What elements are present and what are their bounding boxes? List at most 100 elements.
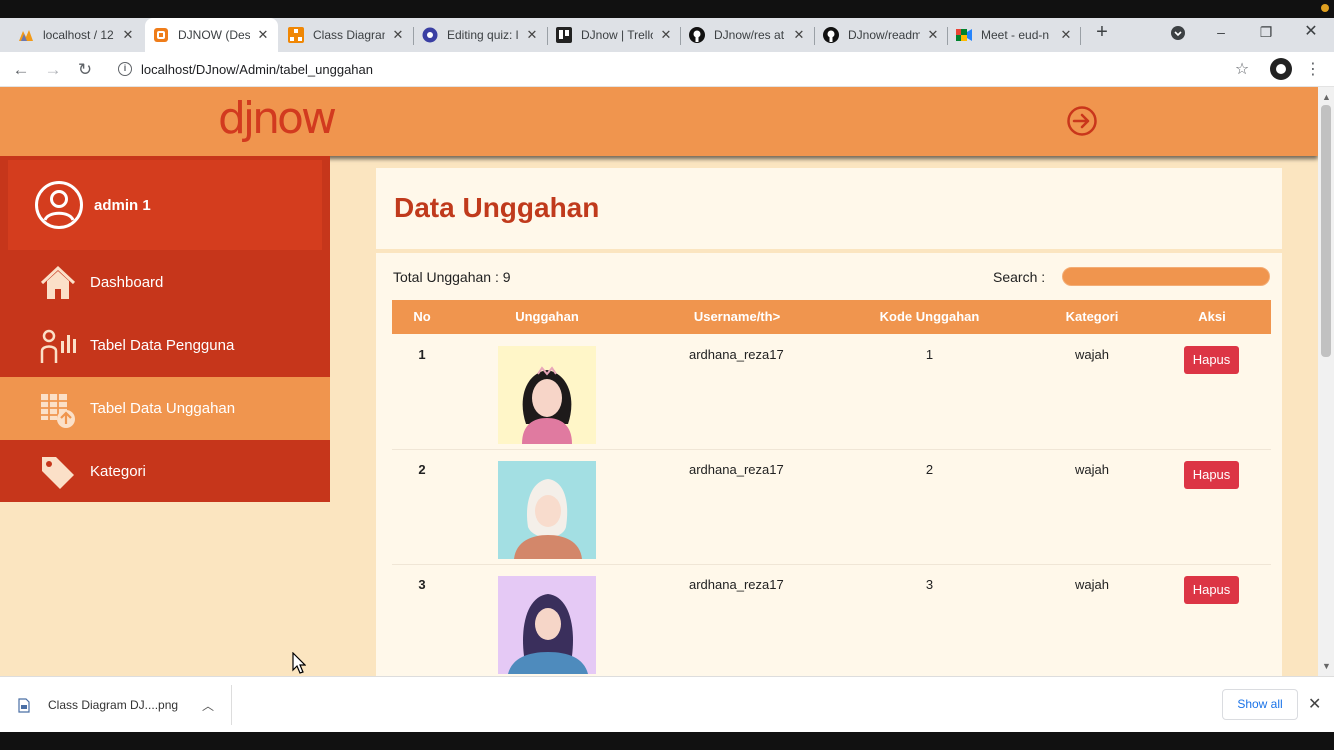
- browser-tab[interactable]: localhost / 12 ✕: [10, 18, 143, 52]
- hapus-button[interactable]: Hapus: [1184, 576, 1239, 604]
- github-icon: [689, 27, 705, 43]
- table-row: 3 ardhana_reza17 3 wajah Hapus: [392, 565, 1271, 676]
- sidebar-item-dashboard[interactable]: Dashboard: [0, 251, 330, 314]
- close-icon[interactable]: ✕: [792, 28, 806, 42]
- sidebar-item-label: Tabel Data Pengguna: [90, 337, 235, 354]
- table-card: Total Unggahan : 9 Search : No Unggahan …: [376, 253, 1282, 676]
- close-icon[interactable]: ✕: [1059, 28, 1073, 42]
- page-scrollbar[interactable]: ▲ ▼: [1318, 87, 1334, 676]
- github-icon: [823, 27, 839, 43]
- meet-icon: [956, 27, 972, 43]
- tab-title: Meet - eud-n: [981, 28, 1050, 42]
- row-kategori: wajah: [1075, 462, 1109, 477]
- window-close-icon[interactable]: ✕: [1301, 22, 1321, 42]
- file-icon: [18, 697, 30, 713]
- close-icon[interactable]: ✕: [525, 28, 539, 42]
- tag-icon: [42, 456, 74, 489]
- search-label: Search :: [993, 269, 1046, 285]
- forward-icon[interactable]: →: [42, 59, 64, 81]
- minimize-icon[interactable]: –: [1211, 22, 1231, 42]
- sidebar-item-kategori[interactable]: Kategori: [0, 440, 330, 503]
- tab-search-icon[interactable]: [1168, 25, 1188, 45]
- browser-tab-active[interactable]: DJNOW (Desi ✕: [145, 18, 278, 52]
- column-header: Kategori: [1065, 309, 1119, 324]
- recording-indicator: [1321, 4, 1329, 12]
- trello-icon: [556, 27, 572, 43]
- close-icon[interactable]: ✕: [926, 28, 940, 42]
- browser-tab-bar: localhost / 12 ✕ DJNOW (Desi ✕ Class Dia…: [0, 18, 1334, 52]
- show-all-button[interactable]: Show all: [1222, 689, 1298, 720]
- divider: [231, 685, 232, 725]
- upload-thumbnail[interactable]: [498, 346, 596, 444]
- sidebar-profile: admin 1: [8, 160, 322, 250]
- browser-tab[interactable]: DJnow/readm ✕: [815, 18, 948, 52]
- restore-icon[interactable]: ❐: [1256, 22, 1276, 42]
- total-unggahan: Total Unggahan : 9: [393, 269, 511, 285]
- page-title-card: Data Unggahan: [376, 168, 1282, 249]
- column-header: Kode Unggahan: [879, 309, 980, 324]
- screen: localhost / 12 ✕ DJNOW (Desi ✕ Class Dia…: [0, 0, 1334, 750]
- search-input[interactable]: [1062, 267, 1270, 286]
- sidebar-item-label: Tabel Data Unggahan: [90, 400, 236, 417]
- sidebar: admin 1 Dashboard Tabel Data Pengguna Ta…: [0, 156, 330, 502]
- upload-thumbnail[interactable]: [498, 576, 596, 674]
- tab-separator: [947, 27, 948, 45]
- bookmark-star-icon[interactable]: ☆: [1231, 59, 1253, 81]
- sidebar-item-label: Kategori: [90, 463, 146, 480]
- tab-title: Editing quiz: l: [447, 28, 519, 42]
- tab-separator: [413, 27, 414, 45]
- admin-name: admin 1: [94, 196, 151, 214]
- tab-title: DJnow/res at: [714, 28, 785, 42]
- row-kode: 2: [925, 462, 934, 477]
- sidebar-item-tabel-data-pengguna[interactable]: Tabel Data Pengguna: [0, 314, 330, 377]
- menu-dots-icon[interactable]: ⋮: [1302, 59, 1324, 81]
- tab-separator: [1080, 27, 1081, 45]
- row-number: 2: [418, 462, 426, 477]
- url-text[interactable]: localhost/DJnow/Admin/tabel_unggahan: [141, 62, 373, 77]
- browser-tab[interactable]: Class Diagran ✕: [280, 18, 413, 52]
- page-viewport: djnow admin 1 Dashboard Tabel Data Pengg…: [0, 87, 1318, 676]
- site-logo[interactable]: djnow: [218, 93, 337, 145]
- row-number: 3: [418, 577, 426, 592]
- info-icon[interactable]: i: [118, 62, 132, 76]
- reload-icon[interactable]: ↻: [74, 59, 96, 81]
- phpmyadmin-icon: [18, 27, 34, 43]
- download-item[interactable]: Class Diagram DJ....png: [18, 691, 178, 719]
- close-icon[interactable]: ✕: [256, 28, 270, 42]
- new-tab-button[interactable]: +: [1092, 22, 1112, 42]
- users-chart-icon: [40, 329, 76, 363]
- upload-thumbnail[interactable]: [498, 461, 596, 559]
- back-icon[interactable]: ←: [10, 59, 32, 81]
- profile-avatar[interactable]: [1270, 58, 1292, 80]
- browser-tab[interactable]: DJnow/res at ✕: [681, 18, 814, 52]
- hapus-button[interactable]: Hapus: [1184, 461, 1239, 489]
- browser-tab[interactable]: DJnow | Trello ✕: [548, 18, 681, 52]
- tab-title: DJnow/readm: [848, 28, 920, 42]
- row-kode: 3: [925, 577, 934, 592]
- omnibox[interactable]: i localhost/DJnow/Admin/tabel_unggahan: [108, 55, 1263, 83]
- sidebar-item-tabel-data-unggahan[interactable]: Tabel Data Unggahan: [0, 377, 330, 440]
- hapus-button[interactable]: Hapus: [1184, 346, 1239, 374]
- browser-tab[interactable]: Meet - eud-n ✕: [948, 18, 1081, 52]
- close-icon[interactable]: ✕: [659, 28, 673, 42]
- scrollbar-thumb[interactable]: [1321, 105, 1331, 357]
- row-username: ardhana_reza17: [689, 577, 784, 592]
- row-kode: 1: [925, 347, 934, 362]
- tab-separator: [547, 27, 548, 45]
- tab-title: DJnow | Trello: [581, 28, 653, 42]
- row-username: ardhana_reza17: [689, 462, 784, 477]
- logout-icon[interactable]: [1066, 105, 1098, 137]
- site-header: djnow: [0, 87, 1318, 156]
- close-icon[interactable]: ✕: [1308, 694, 1321, 714]
- scroll-down-icon[interactable]: ▼: [1322, 661, 1331, 671]
- column-header: Aksi: [1198, 309, 1226, 324]
- bottom-strip: [0, 732, 1334, 750]
- sketch-icon: [153, 27, 169, 43]
- close-icon[interactable]: ✕: [121, 28, 135, 42]
- row-kategori: wajah: [1075, 577, 1109, 592]
- scroll-up-icon[interactable]: ▲: [1322, 92, 1331, 102]
- close-icon[interactable]: ✕: [391, 28, 405, 42]
- chevron-up-icon[interactable]: ︿: [202, 697, 214, 714]
- table-row: 2 ardhana_reza17 2 wajah Hapus: [392, 450, 1271, 565]
- browser-tab[interactable]: Editing quiz: l ✕: [414, 18, 547, 52]
